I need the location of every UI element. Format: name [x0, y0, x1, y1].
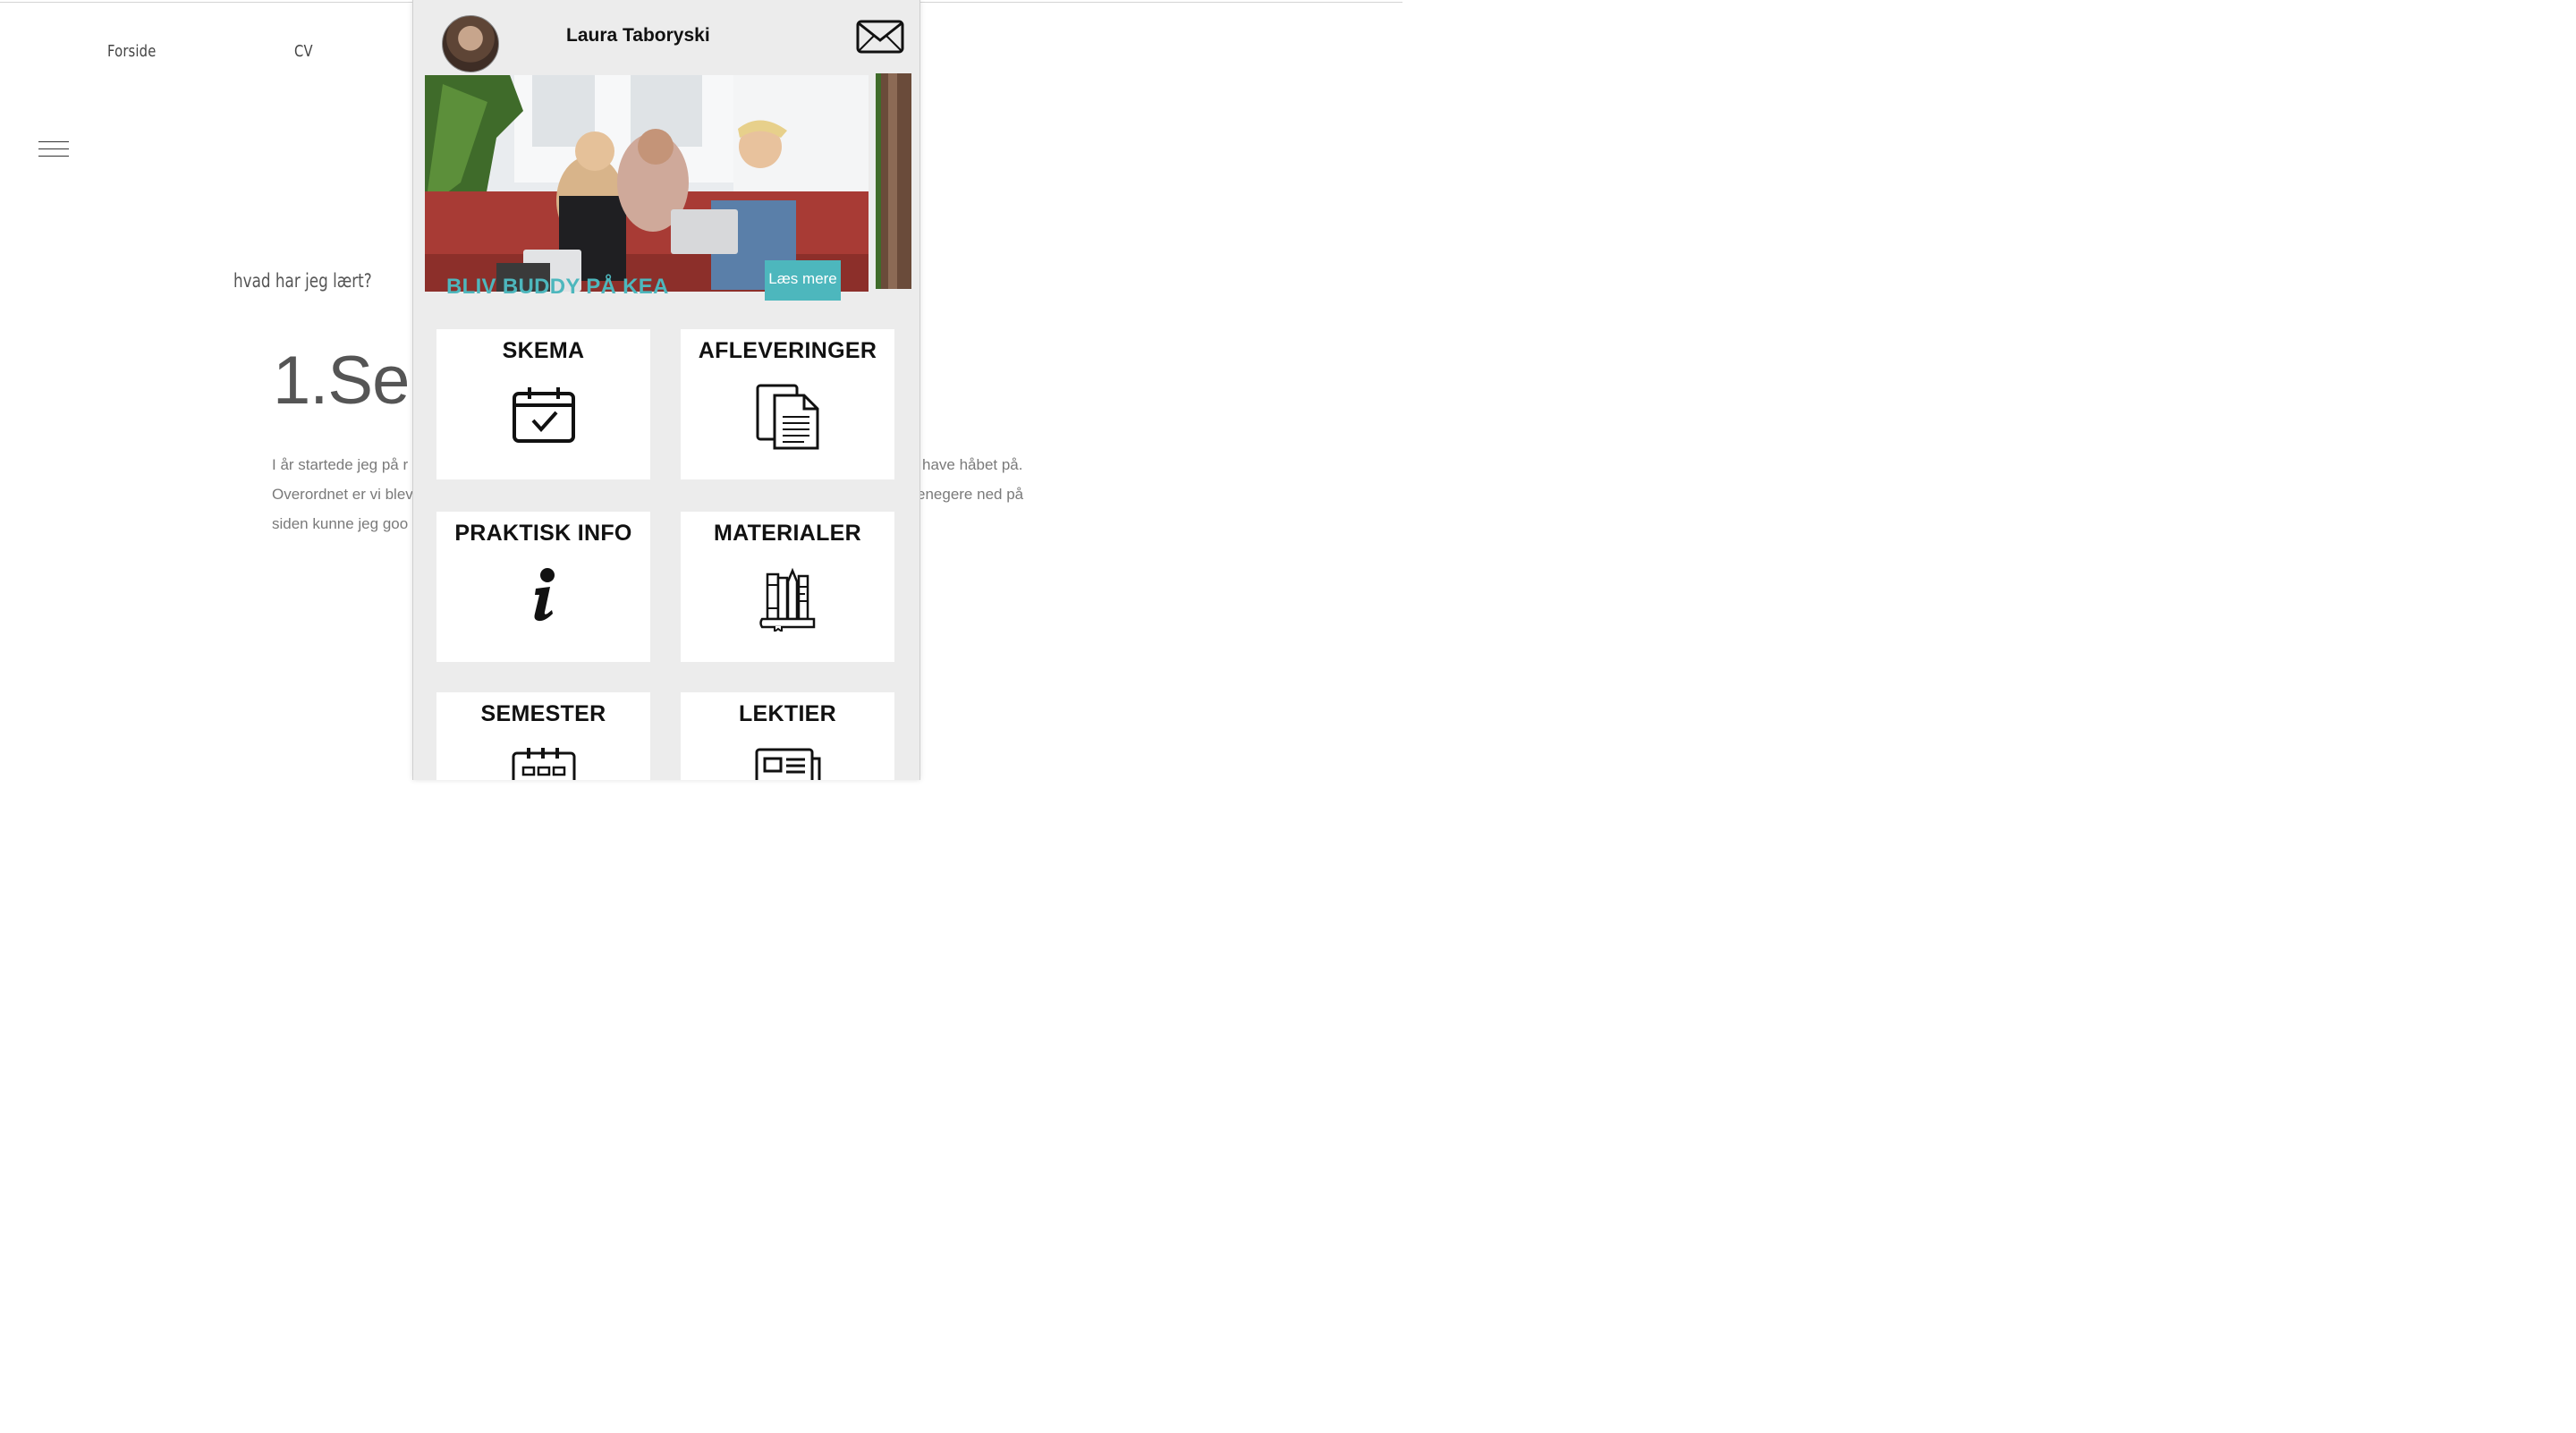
- tile-semester[interactable]: SEMESTER: [436, 692, 650, 780]
- tile-label: SKEMA: [502, 338, 585, 363]
- tile-label: LEKTIER: [738, 701, 837, 726]
- banner-title: BLIV BUDDY PÅ KEA: [446, 275, 669, 299]
- calendar-check-icon: [512, 386, 576, 448]
- menu-icon[interactable]: [38, 139, 69, 160]
- paragraph-line: Overordnet er vi blev: [272, 486, 413, 503]
- page-subheading: hvad har jeg lært?: [233, 270, 372, 292]
- newspaper-icon: [754, 748, 822, 780]
- tile-label: MATERIALER: [713, 521, 862, 546]
- tile-praktisk-info[interactable]: PRAKTISK INFO: [436, 512, 650, 662]
- documents-icon: [755, 383, 821, 455]
- app-overlay-panel: Laura Taboryski BLIV BUDDY PÅ KEA Læs me…: [412, 0, 920, 780]
- tile-label: PRAKTISK INFO: [454, 521, 632, 546]
- nav-home-link[interactable]: Forside: [107, 42, 156, 61]
- paragraph-line: have håbet på.: [922, 456, 1023, 473]
- paragraph-line: I år startede jeg på r: [272, 456, 409, 473]
- tile-label: AFLEVERINGER: [698, 338, 877, 363]
- tile-lektier[interactable]: LEKTIER: [681, 692, 894, 780]
- info-icon: [530, 567, 557, 627]
- books-icon: [758, 567, 818, 636]
- user-name: Laura Taboryski: [566, 25, 710, 46]
- paragraph-line: enegere ned på: [917, 486, 1024, 503]
- tile-materialer[interactable]: MATERIALER: [681, 512, 894, 662]
- mail-icon[interactable]: [856, 19, 904, 55]
- planner-icon: [511, 746, 577, 780]
- nav-cv-link[interactable]: CV: [294, 42, 313, 61]
- tile-skema[interactable]: SKEMA: [436, 329, 650, 479]
- avatar[interactable]: [442, 15, 499, 72]
- paragraph-line: siden kunne jeg goo: [272, 515, 409, 532]
- banner-next-slide[interactable]: [876, 73, 911, 289]
- page-title: 1.Se: [273, 343, 410, 419]
- read-more-button[interactable]: Læs mere: [765, 260, 841, 301]
- tile-label: SEMESTER: [480, 701, 606, 726]
- banner-image[interactable]: [425, 75, 869, 292]
- tile-afleveringer[interactable]: AFLEVERINGER: [681, 329, 894, 479]
